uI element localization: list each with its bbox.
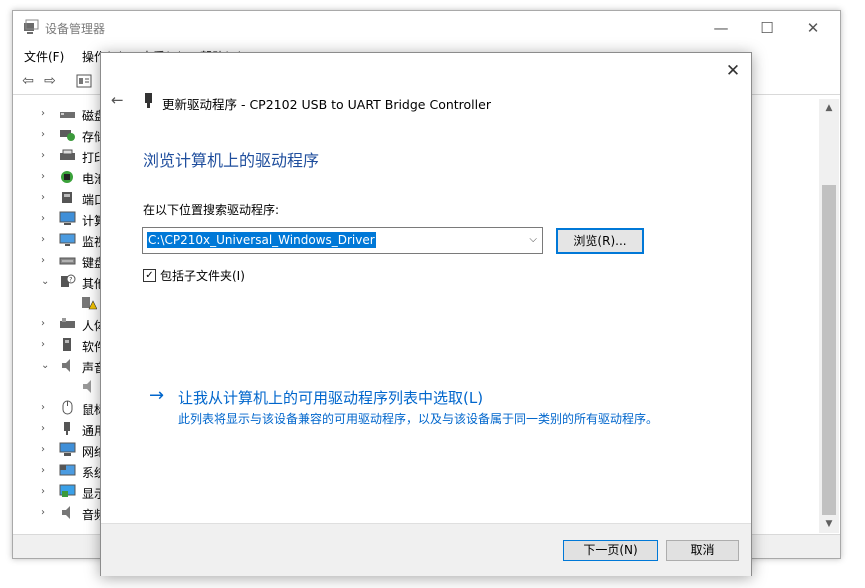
tree-item[interactable]: › 系统 — [13, 461, 113, 482]
human-interface-icon — [60, 318, 75, 328]
dialog-title: 更新驱动程序 - CP2102 USB to UART Bridge Contr… — [162, 97, 491, 112]
forward-arrow-icon[interactable]: ⇨ — [41, 73, 59, 89]
chevron-right-icon[interactable]: › — [41, 191, 51, 205]
cancel-button[interactable]: 取消 — [666, 540, 739, 561]
properties-icon[interactable] — [75, 73, 93, 89]
include-subfolders-label[interactable]: 包括子文件夹(I) — [160, 267, 245, 284]
chevron-right-icon[interactable]: › — [41, 422, 51, 436]
include-subfolders-checkbox[interactable]: ✓ — [143, 269, 156, 282]
chevron-right-icon[interactable]: › — [41, 170, 51, 184]
usb-icon — [64, 422, 70, 435]
tree-item[interactable]: › 存储 — [13, 125, 113, 146]
pick-from-list-description: 此列表将显示与该设备兼容的可用驱动程序，以及与该设备属于同一类别的所有驱动程序。 — [178, 412, 659, 426]
chevron-right-icon[interactable]: › — [41, 149, 51, 163]
chevron-right-icon[interactable]: › — [41, 128, 51, 142]
tree-item[interactable]: ⌄ 声音 — [13, 356, 113, 377]
system-device-icon — [59, 464, 76, 476]
tree-item[interactable]: › 打印 — [13, 146, 113, 167]
menu-file[interactable]: 文件(F) — [24, 48, 64, 65]
maximize-button[interactable]: ☐ — [744, 11, 790, 44]
vertical-scrollbar[interactable]: ▲ ▼ — [819, 99, 839, 533]
chevron-down-icon[interactable]: ⌵ — [529, 232, 537, 248]
dialog-footer: 下一页(N) 取消 — [101, 523, 751, 576]
scroll-up-icon[interactable]: ▲ — [819, 99, 839, 117]
tree-item[interactable]: › 端口 — [13, 188, 113, 209]
chevron-right-icon[interactable]: › — [41, 233, 51, 247]
chevron-right-icon[interactable]: › — [41, 506, 51, 520]
tree-item[interactable]: › 人体 — [13, 314, 113, 335]
tree-item[interactable]: › 音频 — [13, 503, 113, 524]
keyboard-icon — [59, 257, 76, 265]
tree-item[interactable]: › 软件 — [13, 335, 113, 356]
chevron-right-icon[interactable]: › — [41, 401, 51, 415]
chevron-down-icon[interactable]: ⌄ — [41, 275, 51, 289]
warning-device-icon — [82, 297, 97, 310]
audio-device-icon — [83, 380, 91, 393]
scroll-thumb[interactable] — [822, 185, 836, 515]
driver-path-input[interactable]: C:\CP210x_Universal_Windows_Driver — [147, 232, 376, 248]
chevron-right-icon[interactable]: › — [41, 107, 51, 121]
display-adapter-icon — [59, 484, 76, 497]
audio-io-icon — [62, 506, 70, 519]
device-manager-app-icon — [24, 19, 39, 34]
tree-item[interactable]: › 键盘 — [13, 251, 113, 272]
tree-item[interactable]: › 监视 — [13, 230, 113, 251]
chevron-right-icon[interactable]: › — [41, 485, 51, 499]
print-queue-icon — [60, 149, 75, 160]
tree-item[interactable]: › 磁盘 — [13, 104, 113, 125]
browse-button[interactable]: 浏览(R)... — [556, 228, 644, 254]
update-driver-dialog: ✕ ← 更新驱动程序 - CP2102 USB to UART Bridge C… — [100, 52, 752, 576]
chevron-right-icon[interactable]: › — [41, 317, 51, 331]
network-icon — [59, 442, 76, 456]
port-icon — [62, 192, 72, 203]
tree-item[interactable]: › 通用 — [13, 419, 113, 440]
battery-icon — [61, 171, 73, 183]
tree-item[interactable]: ⌄ ? 其他 — [13, 272, 113, 293]
storage-controller-icon — [60, 130, 75, 141]
chevron-down-icon[interactable]: ⌄ — [41, 359, 51, 373]
window-title: 设备管理器 — [45, 22, 106, 36]
back-arrow-icon[interactable]: ⇦ — [19, 73, 37, 89]
minimize-button[interactable]: — — [698, 11, 744, 44]
pick-from-list-link[interactable]: 让我从计算机上的可用驱动程序列表中选取(L) — [178, 387, 483, 408]
device-manager-titlebar: 设备管理器 — ☐ ✕ — [13, 11, 840, 44]
scroll-down-icon[interactable]: ▼ — [819, 515, 839, 533]
svg-text:?: ? — [69, 277, 72, 284]
arrow-right-icon[interactable]: → — [149, 386, 164, 406]
disk-drive-icon — [60, 112, 75, 118]
dialog-close-button[interactable]: ✕ — [720, 58, 746, 84]
tree-item[interactable]: › 显示 — [13, 482, 113, 503]
tree-item[interactable]: › 计算 — [13, 209, 113, 230]
close-window-button[interactable]: ✕ — [790, 11, 836, 44]
next-button[interactable]: 下一页(N) — [563, 540, 658, 561]
driver-path-combobox[interactable]: C:\CP210x_Universal_Windows_Driver ⌵ — [142, 227, 543, 254]
chevron-right-icon[interactable]: › — [41, 254, 51, 268]
page-heading: 浏览计算机上的驱动程序 — [143, 151, 320, 170]
computer-icon — [59, 211, 76, 225]
usb-device-icon — [145, 93, 152, 108]
tree-item[interactable]: › 网络 — [13, 440, 113, 461]
chevron-right-icon[interactable]: › — [41, 443, 51, 457]
unknown-device-icon: ? — [61, 274, 76, 287]
tree-item[interactable]: › 鼠标 — [13, 398, 113, 419]
chevron-right-icon[interactable]: › — [41, 212, 51, 226]
chevron-right-icon[interactable]: › — [41, 464, 51, 478]
software-device-icon — [63, 338, 71, 351]
tree-item[interactable]: › 电池 — [13, 167, 113, 188]
tree-item[interactable] — [13, 377, 113, 398]
back-arrow-icon[interactable]: ← — [111, 91, 129, 109]
path-label: 在以下位置搜索驱动程序: — [143, 203, 280, 217]
chevron-right-icon[interactable]: › — [41, 338, 51, 352]
mouse-icon — [62, 400, 73, 415]
monitor-icon — [59, 233, 76, 246]
speaker-icon — [62, 359, 70, 372]
tree-item[interactable] — [13, 293, 113, 314]
